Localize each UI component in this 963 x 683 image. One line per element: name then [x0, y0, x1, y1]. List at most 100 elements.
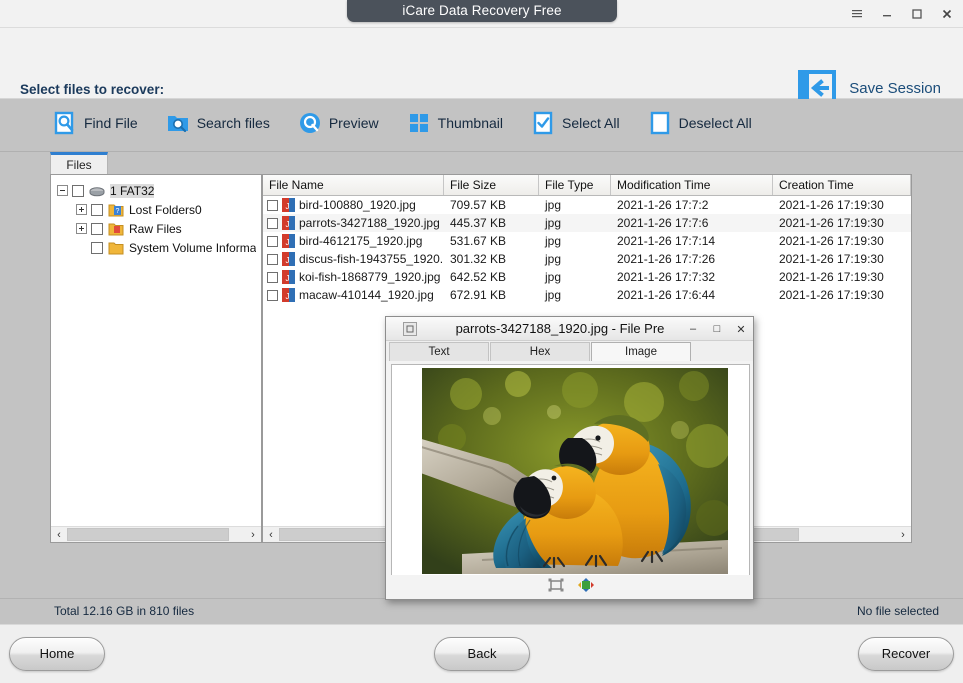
- tab-files[interactable]: Files: [50, 152, 108, 174]
- file-list-rows: J bird-100880_1920.jpg 709.57 KB jpg 202…: [263, 196, 911, 304]
- fit-to-window-icon[interactable]: [548, 578, 564, 592]
- tree-node-lost-folders[interactable]: ? Lost Folders0: [57, 200, 257, 219]
- table-row[interactable]: J macaw-410144_1920.jpg 672.91 KB jpg 20…: [263, 286, 911, 304]
- table-row[interactable]: J parrots-3427188_1920.jpg 445.37 KB jpg…: [263, 214, 911, 232]
- cell-file-type: jpg: [545, 216, 562, 230]
- tree-checkbox[interactable]: [91, 241, 103, 254]
- restore-icon[interactable]: [403, 321, 417, 336]
- file-preview-dialog: parrots-3427188_1920.jpg - File Pre – □ …: [385, 316, 754, 600]
- table-row[interactable]: J koi-fish-1868779_1920.jpg 642.52 KB jp…: [263, 268, 911, 286]
- column-header-file-name[interactable]: File Name: [263, 175, 444, 195]
- scroll-track[interactable]: [67, 527, 245, 542]
- tab-text[interactable]: Text: [389, 342, 489, 361]
- home-button[interactable]: Home: [9, 637, 105, 671]
- row-checkbox[interactable]: [267, 289, 278, 301]
- recover-button[interactable]: Recover: [858, 637, 954, 671]
- table-row[interactable]: J bird-100880_1920.jpg 709.57 KB jpg 202…: [263, 196, 911, 214]
- cell-creation-time: 2021-1-26 17:19:30: [779, 252, 884, 266]
- row-checkbox[interactable]: [267, 253, 278, 265]
- tree-node-label: Lost Folders0: [129, 202, 202, 217]
- cell-creation-time: 2021-1-26 17:19:30: [779, 288, 884, 302]
- row-checkbox[interactable]: [267, 217, 278, 229]
- actual-size-icon[interactable]: [577, 577, 594, 592]
- menu-icon[interactable]: [849, 6, 865, 22]
- jpg-file-icon: J: [282, 270, 295, 284]
- window-controls: [849, 0, 955, 28]
- page-title: Select files to recover:: [20, 82, 165, 97]
- preview-body: [391, 364, 750, 576]
- cell-modification-time: 2021-1-26 17:7:6: [617, 216, 709, 230]
- tab-image[interactable]: Image: [591, 342, 691, 361]
- preview-image: [422, 368, 728, 574]
- tree-node-system-volume-information[interactable]: System Volume Informa: [57, 238, 257, 257]
- toolbar-deselect-all[interactable]: Deselect All: [645, 109, 755, 137]
- status-total-files: Total 12.16 GB in 810 files: [54, 604, 195, 618]
- folder-icon: [108, 241, 124, 255]
- toolbar-find-file[interactable]: Find File: [50, 109, 141, 137]
- svg-text:J: J: [286, 220, 290, 229]
- file-name-text: bird-100880_1920.jpg: [299, 198, 416, 212]
- maximize-icon[interactable]: □: [711, 323, 723, 335]
- toolbar-items: Find File Search files Preview Thumbnail…: [50, 109, 755, 137]
- tree-node-fat32[interactable]: 1 FAT32: [57, 181, 257, 200]
- tree-node-label: Raw Files: [129, 221, 182, 236]
- row-checkbox[interactable]: [267, 235, 278, 247]
- toolbar-search-files[interactable]: Search files: [163, 109, 273, 137]
- tree-node-raw-files[interactable]: Raw Files: [57, 219, 257, 238]
- toolbar-thumbnail-label: Thumbnail: [437, 115, 504, 131]
- scroll-left-arrow-icon[interactable]: ‹: [51, 527, 67, 542]
- row-checkbox[interactable]: [267, 199, 278, 211]
- toolbar-preview[interactable]: Preview: [295, 109, 382, 137]
- toolbar: Find File Search files Preview Thumbnail…: [0, 99, 963, 152]
- svg-text:J: J: [286, 274, 290, 283]
- scroll-right-arrow-icon[interactable]: ›: [245, 527, 261, 542]
- cell-file-type: jpg: [545, 252, 562, 266]
- file-name-text: bird-4612175_1920.jpg: [299, 234, 423, 248]
- collapse-minus-icon[interactable]: [57, 185, 68, 196]
- close-icon[interactable]: ✕: [735, 323, 747, 336]
- table-row[interactable]: J discus-fish-1943755_1920... 301.32 KB …: [263, 250, 911, 268]
- toolbar-find-file-label: Find File: [84, 115, 138, 131]
- search-files-icon: [166, 111, 190, 135]
- tree-checkbox[interactable]: [91, 203, 103, 216]
- expand-plus-icon[interactable]: [76, 204, 87, 215]
- toolbar-thumbnail[interactable]: Thumbnail: [404, 109, 506, 137]
- folder-tree-panel: 1 FAT32 ? Lost Folders0 Raw Files System…: [50, 174, 262, 543]
- tab-hex[interactable]: Hex: [490, 342, 590, 361]
- cell-file-type: jpg: [545, 288, 562, 302]
- column-header-file-type[interactable]: File Type: [539, 175, 611, 195]
- toolbar-deselect-all-label: Deselect All: [678, 115, 752, 131]
- cell-file-name: J koi-fish-1868779_1920.jpg: [263, 270, 444, 284]
- maximize-icon[interactable]: [909, 6, 925, 22]
- close-icon[interactable]: [939, 6, 955, 22]
- preview-titlebar[interactable]: parrots-3427188_1920.jpg - File Pre – □ …: [386, 317, 753, 341]
- row-checkbox[interactable]: [267, 271, 278, 283]
- cell-modification-time: 2021-1-26 17:7:32: [617, 270, 716, 284]
- scroll-left-arrow-icon[interactable]: ‹: [263, 527, 279, 542]
- expand-plus-icon[interactable]: [76, 223, 87, 234]
- footer-bar: Home Back Recover: [0, 624, 963, 683]
- scroll-right-arrow-icon[interactable]: ›: [895, 527, 911, 542]
- back-button[interactable]: Back: [434, 637, 530, 671]
- cell-creation-time: 2021-1-26 17:19:30: [779, 198, 884, 212]
- window-titlebar: iCare Data Recovery Free: [0, 0, 963, 28]
- minimize-icon[interactable]: [879, 6, 895, 22]
- scroll-thumb[interactable]: [67, 528, 229, 541]
- column-header-creation-time[interactable]: Creation Time: [773, 175, 911, 195]
- cell-file-type: jpg: [545, 270, 562, 284]
- jpg-file-icon: J: [282, 288, 295, 302]
- table-row[interactable]: J bird-4612175_1920.jpg 531.67 KB jpg 20…: [263, 232, 911, 250]
- cell-file-type: jpg: [545, 234, 562, 248]
- column-header-modification-time[interactable]: Modification Time: [611, 175, 773, 195]
- tree-horizontal-scrollbar[interactable]: ‹ ›: [51, 526, 261, 542]
- select-all-icon: [531, 111, 555, 135]
- cell-creation-time: 2021-1-26 17:19:30: [779, 270, 884, 284]
- tree-checkbox[interactable]: [72, 184, 84, 197]
- cell-creation-time: 2021-1-26 17:19:30: [779, 216, 884, 230]
- toolbar-select-all[interactable]: Select All: [528, 109, 623, 137]
- status-selection: No file selected: [856, 604, 939, 618]
- minimize-icon[interactable]: –: [687, 323, 699, 335]
- cell-file-name: J discus-fish-1943755_1920...: [263, 252, 444, 266]
- tree-checkbox[interactable]: [91, 222, 103, 235]
- column-header-file-size[interactable]: File Size: [444, 175, 539, 195]
